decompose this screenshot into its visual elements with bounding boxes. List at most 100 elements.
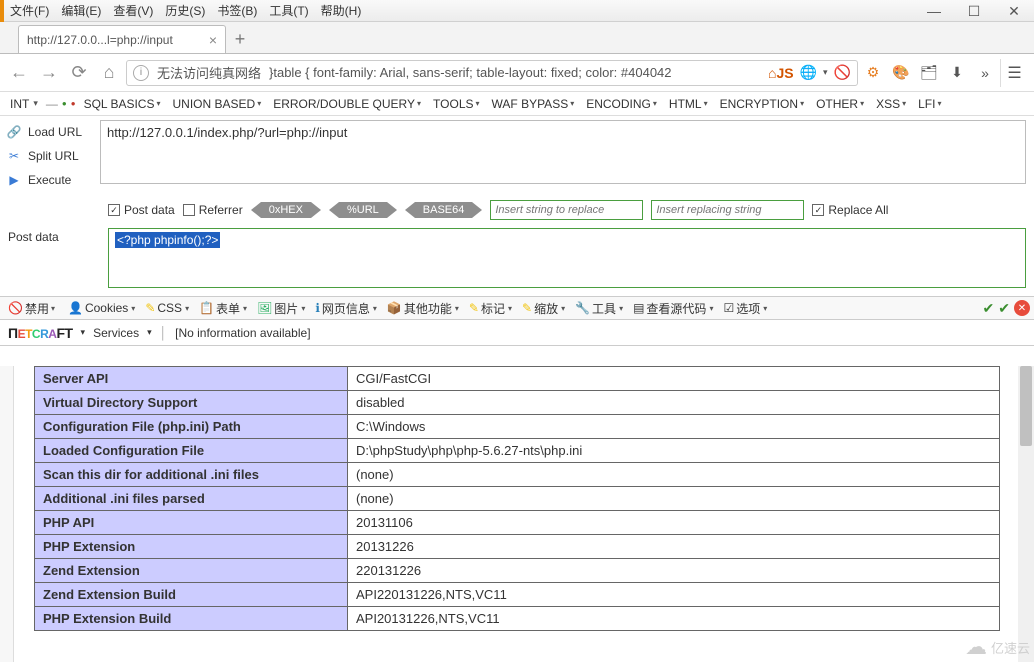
netcraft-dropdown-icon[interactable]: ▾: [81, 327, 86, 338]
wd-check1-icon[interactable]: ✔: [983, 300, 995, 317]
menu-edit[interactable]: 编辑(E): [55, 0, 107, 21]
hackbar-execute[interactable]: ▶Execute: [6, 168, 94, 192]
wd-close-icon[interactable]: ✕: [1014, 300, 1030, 316]
menu-history[interactable]: 历史(S): [159, 0, 211, 21]
phpinfo-value: (none): [348, 463, 1000, 487]
menu-bookmarks[interactable]: 书签(B): [211, 0, 263, 21]
table-row: Server APICGI/FastCGI: [35, 367, 1000, 391]
table-row: Configuration File (php.ini) PathC:\Wind…: [35, 415, 1000, 439]
hackbar-menu-encoding[interactable]: ENCODING: [582, 97, 661, 111]
netcraft-info: [No information available]: [175, 326, 310, 340]
globe-icon[interactable]: 🌐: [800, 64, 817, 81]
hackbar-menu-encryption[interactable]: ENCRYPTION: [716, 97, 808, 111]
postdata-field-label: Post data: [8, 228, 108, 288]
menu-tools[interactable]: 工具(T): [263, 0, 314, 21]
replace-with-input[interactable]: [651, 200, 804, 220]
wd-misc[interactable]: 📦其他功能: [383, 300, 463, 317]
image-icon: 🖼: [257, 301, 272, 315]
source-icon: ▤: [633, 301, 644, 315]
toolbar-paint-icon[interactable]: 🎨: [890, 62, 912, 84]
wd-resize[interactable]: ✎缩放: [518, 300, 569, 317]
hackbar-menu-lfi[interactable]: LFI: [914, 97, 945, 111]
hackbar-load-url[interactable]: 🔗Load URL: [6, 120, 94, 144]
hackbar-menu-waf[interactable]: WAF BYPASS: [488, 97, 579, 111]
table-row: Additional .ini files parsed(none): [35, 487, 1000, 511]
encode-0xhex-button[interactable]: 0xHEX: [251, 202, 321, 218]
wd-forms[interactable]: 📋表单: [195, 300, 251, 317]
new-tab-button[interactable]: +: [226, 25, 254, 53]
browser-tab[interactable]: http://127.0.0...l=php://input ×: [18, 25, 226, 53]
wd-css[interactable]: ✎CSS: [141, 301, 193, 315]
hackbar-url-input[interactable]: http://127.0.0.1/index.php/?url=php://in…: [100, 120, 1026, 184]
hackbar-menu-error[interactable]: ERROR/DOUBLE QUERY: [269, 97, 425, 111]
wd-tools[interactable]: 🔧工具: [571, 300, 627, 317]
vertical-scrollbar[interactable]: [1018, 366, 1034, 662]
reload-button[interactable]: ⟳: [66, 60, 92, 86]
toolbar-download-icon[interactable]: ⬇: [946, 62, 968, 84]
wd-source[interactable]: ▤查看源代码: [629, 300, 717, 317]
window-minimize-button[interactable]: —: [914, 0, 954, 22]
hackbar-menu-html[interactable]: HTML: [665, 97, 712, 111]
hackbar-menu-tools[interactable]: TOOLS: [429, 97, 483, 111]
wd-info[interactable]: ℹ网页信息: [311, 300, 381, 317]
referrer-checkbox[interactable]: Referrer: [183, 203, 243, 217]
replace-all-checkbox[interactable]: ✓Replace All: [812, 203, 888, 217]
url-prefix-text: 无法访问纯真网络: [157, 63, 261, 82]
browser-menubar: 文件(F) 编辑(E) 查看(V) 历史(S) 书签(B) 工具(T) 帮助(H…: [0, 0, 1034, 22]
scissors-icon: ✂: [6, 149, 22, 163]
hackbar-menu-other[interactable]: OTHER: [812, 97, 868, 111]
table-row: Loaded Configuration FileD:\phpStudy\php…: [35, 439, 1000, 463]
home-js-icon[interactable]: ⌂JS: [768, 65, 794, 81]
window-maximize-button[interactable]: ☐: [954, 0, 994, 22]
hackbar-record-on-icon[interactable]: ●: [62, 99, 67, 108]
window-accent: [0, 0, 4, 22]
hackbar-options: ✓Post data Referrer 0xHEX %URL BASE64 ✓R…: [0, 196, 1034, 224]
hackbar-menu-xss[interactable]: XSS: [872, 97, 910, 111]
netcraft-logo[interactable]: ПETCRAFT: [8, 325, 73, 341]
menu-view[interactable]: 查看(V): [107, 0, 159, 21]
tab-close-icon[interactable]: ×: [209, 32, 217, 48]
home-button[interactable]: ⌂: [96, 60, 122, 86]
postdata-checkbox[interactable]: ✓Post data: [108, 203, 175, 217]
wd-options[interactable]: ☑选项: [719, 300, 771, 317]
hackbar-sep: —: [46, 97, 58, 111]
netcraft-services[interactable]: Services: [93, 326, 139, 340]
wrench-icon: 🔧: [575, 301, 590, 315]
wd-outline[interactable]: ✎标记: [465, 300, 516, 317]
table-row: Virtual Directory Supportdisabled: [35, 391, 1000, 415]
phpinfo-value: C:\Windows: [348, 415, 1000, 439]
hackbar-db-selector[interactable]: INT: [6, 97, 42, 111]
phpinfo-key: Additional .ini files parsed: [35, 487, 348, 511]
menu-file[interactable]: 文件(F): [4, 0, 55, 21]
forward-button[interactable]: →: [36, 60, 62, 86]
hackbar-record-off-icon[interactable]: ●: [71, 99, 76, 108]
noscript-icon[interactable]: 🚫: [834, 64, 851, 81]
wd-cookies[interactable]: 👤Cookies: [64, 301, 139, 315]
address-bar[interactable]: i 无法访问纯真网络 }table { font-family: Arial, …: [126, 60, 858, 86]
replace-find-input[interactable]: [490, 200, 643, 220]
wd-disable[interactable]: 🚫禁用▾: [4, 300, 62, 317]
nav-bar: ← → ⟳ ⌂ i 无法访问纯真网络 }table { font-family:…: [0, 54, 1034, 92]
menu-help[interactable]: 帮助(H): [315, 0, 368, 21]
page-info-icon[interactable]: i: [133, 65, 149, 81]
app-menu-button[interactable]: ☰: [1000, 59, 1028, 87]
link-icon: 🔗: [6, 125, 22, 139]
wd-check2-icon[interactable]: ✔: [998, 300, 1010, 317]
toolbar-overflow-icon[interactable]: »: [974, 62, 996, 84]
back-button[interactable]: ←: [6, 60, 32, 86]
table-row: Scan this dir for additional .ini files(…: [35, 463, 1000, 487]
hackbar-menu-sqlbasics[interactable]: SQL BASICS: [80, 97, 165, 111]
window-close-button[interactable]: ✕: [994, 0, 1034, 22]
toolbar-gear-icon[interactable]: ⚙: [862, 62, 884, 84]
phpinfo-key: Server API: [35, 367, 348, 391]
toolbar-folder-icon[interactable]: 🗂: [918, 62, 940, 84]
hackbar-menu-union[interactable]: UNION BASED: [169, 97, 266, 111]
encode-url-button[interactable]: %URL: [329, 202, 397, 218]
dropdown-arrow-icon[interactable]: ▾: [823, 67, 828, 78]
wd-images[interactable]: 🖼图片: [253, 300, 309, 317]
table-row: PHP API20131106: [35, 511, 1000, 535]
encode-base64-button[interactable]: BASE64: [405, 202, 483, 218]
hackbar-split-url[interactable]: ✂Split URL: [6, 144, 94, 168]
postdata-input[interactable]: <?php phpinfo();?>: [115, 232, 220, 248]
scrollbar-thumb[interactable]: [1020, 366, 1032, 446]
